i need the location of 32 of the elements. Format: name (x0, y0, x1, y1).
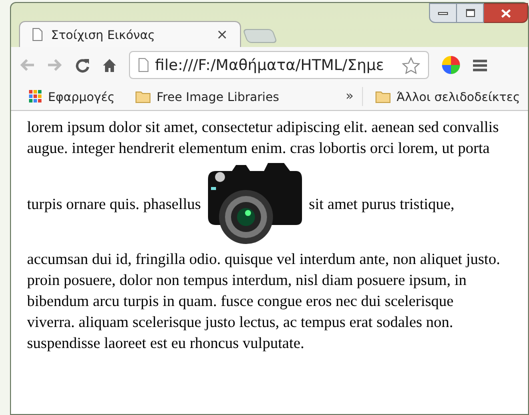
folder-icon (374, 90, 391, 103)
bookmark-item[interactable]: Εφαρμογές (25, 88, 119, 106)
minimize-button[interactable] (429, 3, 457, 23)
tab-close-button[interactable]: × (216, 28, 228, 42)
paragraph-line: augue. integer hendrerit elementum enim. cras lobortis orci lorem, ut porta (27, 139, 490, 159)
other-bookmarks-button[interactable]: Άλλοι σελιδοδείκτες (374, 88, 520, 106)
paragraph-line: lorem ipsum dolor sit amet, consectetur adipiscing elit. aenean sed convallis (27, 118, 499, 138)
folder-icon (134, 90, 151, 103)
tab-title: Στοίχιση Εικόνας (51, 26, 156, 44)
address-bar[interactable]: file:///F:/Μαθήματα/HTML/Σημε (129, 51, 429, 79)
home-icon[interactable] (102, 58, 117, 72)
paragraph-line: viverra. aliquam scelerisque justo lectus, ac tempus erat sodales non. (27, 313, 454, 333)
star-icon[interactable] (402, 56, 420, 74)
maximize-button[interactable] (457, 3, 484, 23)
page-icon (138, 58, 149, 72)
bookmark-item[interactable]: Free Image Libraries (130, 88, 284, 106)
color-wheel-icon[interactable] (441, 55, 461, 75)
reload-icon[interactable] (75, 58, 90, 72)
paragraph-line: suspendisse laoreet est eu rhoncus vulputate. (27, 334, 304, 354)
paragraph-line: accumsan dui id, fringilla odio. quisque vel interdum ante, non aliquet justo. (27, 250, 500, 270)
paragraph-line: sit amet purus tristique, (308, 194, 454, 214)
browser-tab[interactable]: Στοίχιση Εικόνας × (19, 21, 241, 47)
close-button[interactable] (484, 3, 528, 23)
paragraph-line: proin posuere, dolor non tempus interdum, nisl diam posuere ipsum, in (27, 271, 467, 291)
paragraph-line: turpis ornare quis. phasellus (27, 194, 201, 214)
menu-icon[interactable] (473, 58, 487, 72)
more-bookmarks-button[interactable]: » (338, 86, 363, 106)
apps-grid-icon (29, 90, 42, 103)
close-icon (500, 8, 510, 18)
page-icon (32, 28, 43, 41)
paragraph-line: bibendum arcu turpis in quam. fusce congue eros nec dui scelerisque (27, 292, 454, 312)
url-text: file:///F:/Μαθήματα/HTML/Σημε (155, 54, 385, 76)
